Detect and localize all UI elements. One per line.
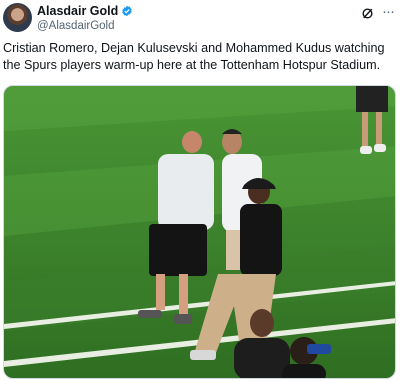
more-options-icon[interactable]: ··· [382,4,395,19]
grok-icon[interactable] [361,7,374,20]
tweet-header: Alasdair Gold @AlasdairGold ··· [3,3,395,35]
tweet-photo[interactable] [3,85,396,379]
pitch-photo-illustration [4,86,395,378]
avatar[interactable] [3,3,32,32]
verified-badge-icon [122,5,133,17]
author-handle[interactable]: @AlasdairGold [37,20,115,32]
author-display-name[interactable]: Alasdair Gold [37,4,118,18]
tweet-text: Cristian Romero, Dejan Kulusevski and Mo… [3,41,385,72]
author-name-row: Alasdair Gold [37,4,133,18]
